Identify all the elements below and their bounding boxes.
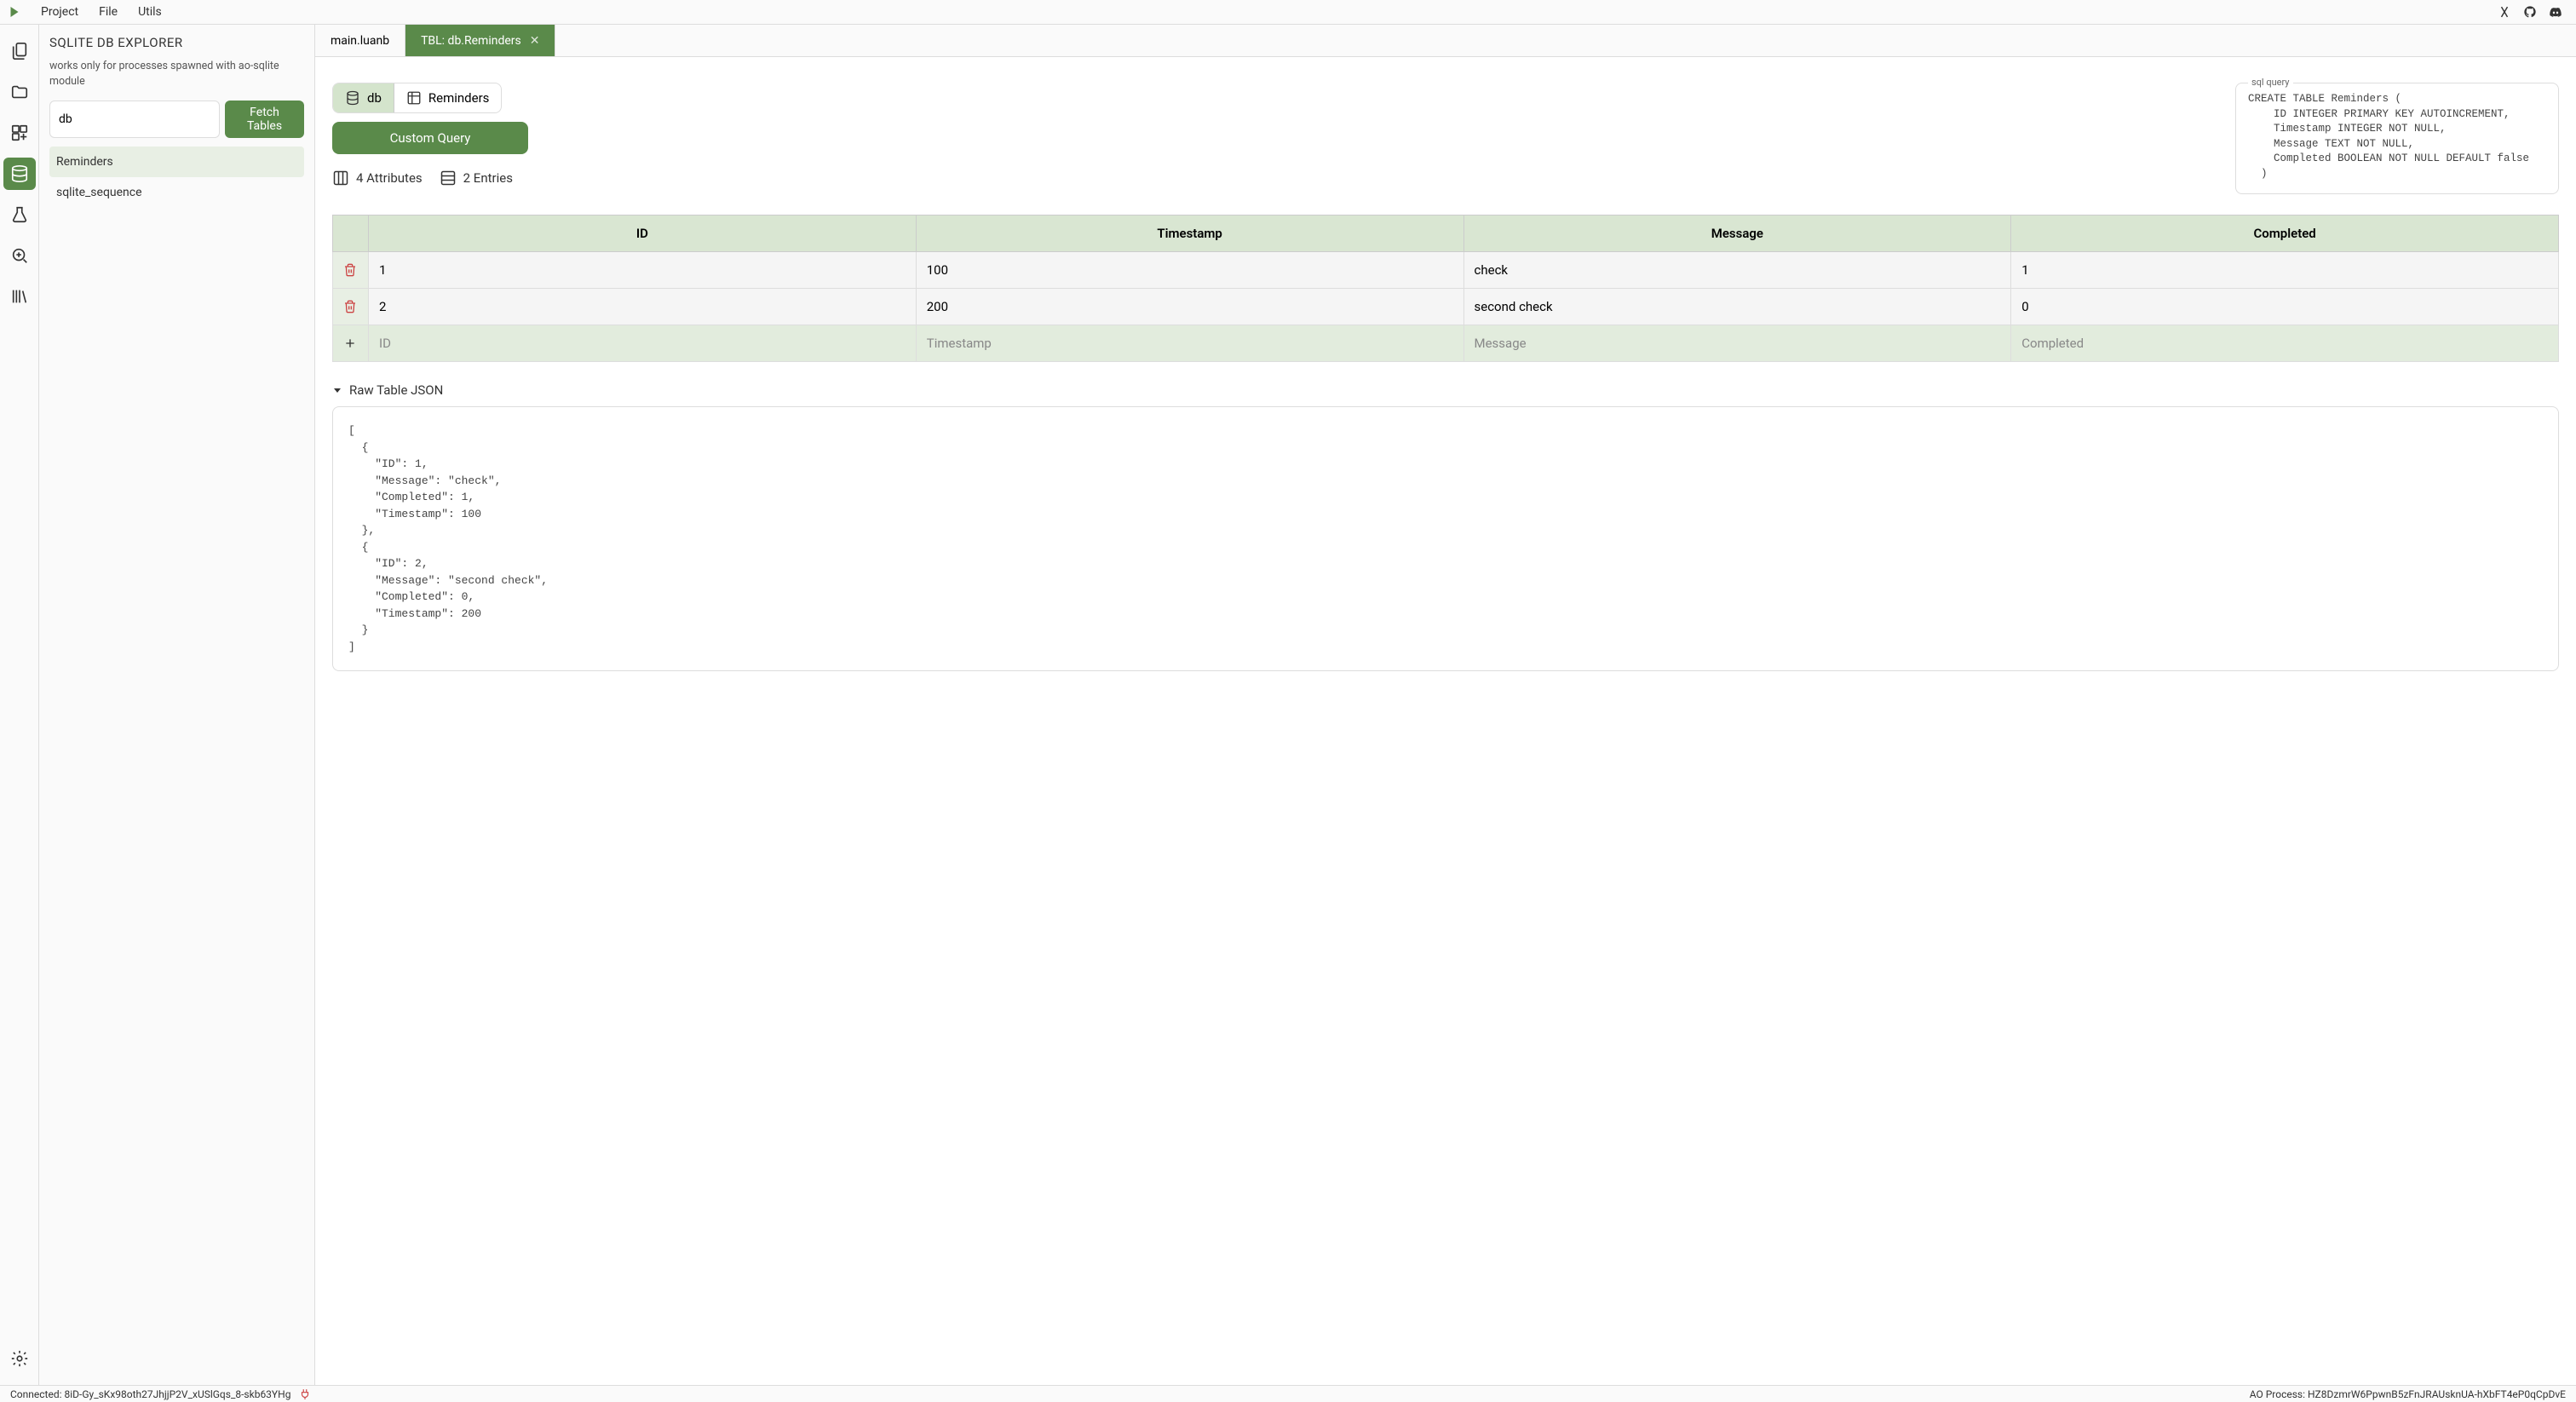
sql-query-box: sql query CREATE TABLE Reminders ( ID IN…: [2235, 83, 2559, 194]
attributes-stat: 4 Attributes: [332, 170, 423, 187]
input-completed[interactable]: [2021, 336, 2548, 351]
sidebar-description: works only for processes spawned with ao…: [49, 59, 304, 89]
rows-icon: [440, 170, 457, 187]
cell-timestamp[interactable]: 100: [916, 252, 1463, 289]
cell-message[interactable]: second check: [1463, 289, 2011, 325]
activity-bar: [0, 25, 39, 1385]
status-ao-process: AO Process: HZ8DzmrW6PpwnB5zFnJRAUsknUA-…: [2250, 1388, 2566, 1400]
raw-json-content: [ { "ID": 1, "Message": "check", "Comple…: [332, 406, 2559, 671]
tab-main-luanb[interactable]: main.luanb: [315, 25, 405, 56]
github-icon[interactable]: [2523, 5, 2537, 19]
settings-icon[interactable]: [3, 1342, 36, 1375]
breadcrumb-table[interactable]: Reminders: [394, 83, 502, 112]
database-icon: [345, 90, 360, 106]
cell-timestamp[interactable]: 200: [916, 289, 1463, 325]
menu-project[interactable]: Project: [32, 2, 87, 22]
cell-completed[interactable]: 1: [2011, 252, 2559, 289]
sidebar-title: SQLITE DB EXPLORER: [49, 35, 304, 50]
sql-legend: sql query: [2248, 77, 2293, 88]
beaker-icon[interactable]: [3, 198, 36, 231]
sql-content: CREATE TABLE Reminders ( ID INTEGER PRIM…: [2248, 92, 2546, 181]
column-header-message: Message: [1463, 215, 2011, 252]
menu-utils[interactable]: Utils: [129, 2, 170, 22]
raw-json-section: Raw Table JSON [ { "ID": 1, "Message": "…: [332, 382, 2559, 671]
db-name-input[interactable]: [49, 101, 220, 138]
table-input-row: [333, 325, 2559, 362]
columns-icon: [332, 170, 349, 187]
entries-stat: 2 Entries: [440, 170, 513, 187]
attributes-count: 4 Attributes: [356, 170, 423, 186]
trash-icon[interactable]: [343, 300, 358, 313]
table-row: 2 200 second check 0: [333, 289, 2559, 325]
input-id[interactable]: [379, 336, 906, 351]
folder-icon[interactable]: [3, 76, 36, 108]
x-twitter-icon[interactable]: [2498, 5, 2511, 19]
raw-json-toggle[interactable]: Raw Table JSON: [332, 382, 2559, 398]
tab-label: TBL: db.Reminders: [421, 34, 521, 48]
plug-icon[interactable]: [299, 1388, 311, 1400]
table-item-reminders[interactable]: Reminders: [49, 147, 304, 177]
tab-db-reminders[interactable]: TBL: db.Reminders ✕: [405, 25, 555, 56]
trash-icon[interactable]: [343, 263, 358, 277]
fetch-tables-button[interactable]: Fetch Tables: [225, 101, 304, 138]
plus-icon[interactable]: [343, 336, 358, 350]
discord-icon[interactable]: [2549, 5, 2562, 19]
table-row: 1 100 check 1: [333, 252, 2559, 289]
cell-id[interactable]: 1: [369, 252, 917, 289]
app-logo: [7, 4, 22, 20]
status-connected: Connected: 8iD-Gy_sKx98oth27JhjjP2V_xUSl…: [10, 1388, 290, 1400]
cell-message[interactable]: check: [1463, 252, 2011, 289]
close-icon[interactable]: ✕: [530, 34, 540, 48]
column-header-timestamp: Timestamp: [916, 215, 1463, 252]
column-header-completed: Completed: [2011, 215, 2559, 252]
sidebar: SQLITE DB EXPLORER works only for proces…: [39, 25, 315, 1385]
data-table: ID Timestamp Message Completed 1: [332, 215, 2559, 362]
table-item-sqlite-sequence[interactable]: sqlite_sequence: [49, 177, 304, 208]
search-plus-icon[interactable]: [3, 239, 36, 272]
column-header-id: ID: [369, 215, 917, 252]
breadcrumb-db[interactable]: db: [333, 83, 394, 112]
breadcrumb: db Reminders: [332, 83, 502, 113]
table-icon: [406, 90, 422, 106]
tab-label: main.luanb: [331, 34, 389, 48]
input-message[interactable]: [1475, 336, 2001, 351]
files-icon[interactable]: [3, 35, 36, 67]
database-icon[interactable]: [3, 158, 36, 190]
library-icon[interactable]: [3, 280, 36, 313]
breadcrumb-table-label: Reminders: [428, 90, 490, 106]
entries-count: 2 Entries: [463, 170, 513, 186]
menu-file[interactable]: File: [90, 2, 126, 22]
cell-completed[interactable]: 0: [2011, 289, 2559, 325]
tabs-row: main.luanb TBL: db.Reminders ✕: [315, 25, 2576, 57]
top-menu-bar: Project File Utils: [0, 0, 2576, 25]
action-column-header: [333, 215, 369, 252]
raw-json-title: Raw Table JSON: [349, 382, 443, 398]
input-timestamp[interactable]: [927, 336, 1453, 351]
cell-id[interactable]: 2: [369, 289, 917, 325]
packages-icon[interactable]: [3, 117, 36, 149]
triangle-down-icon: [332, 385, 342, 395]
custom-query-button[interactable]: Custom Query: [332, 122, 528, 154]
status-bar: Connected: 8iD-Gy_sKx98oth27JhjjP2V_xUSl…: [0, 1385, 2576, 1402]
breadcrumb-db-label: db: [367, 90, 382, 106]
